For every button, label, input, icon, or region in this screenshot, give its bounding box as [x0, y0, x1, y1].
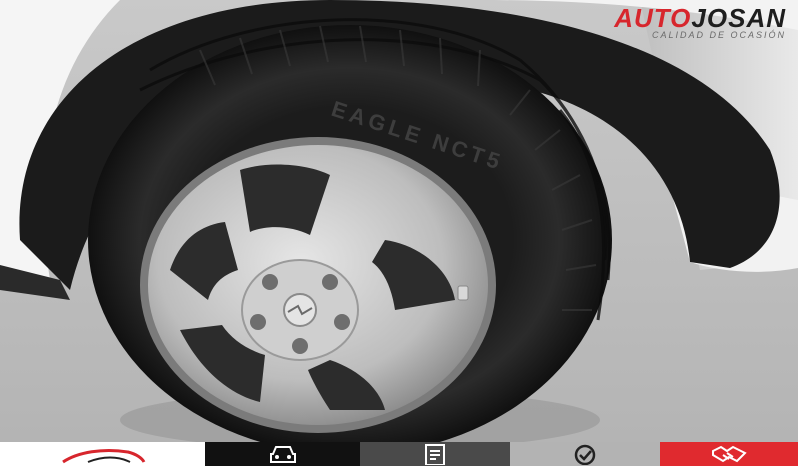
autojosan-logo: AUTOJOSAN CALIDAD DE OCASIÓN: [614, 4, 786, 40]
brand-name: AUTOJOSAN: [614, 4, 786, 32]
document-icon: [425, 444, 445, 465]
checkmark-icon: [574, 444, 596, 465]
bottom-action-bar: [0, 442, 798, 466]
wheel-illustration: EAGLE NCT5: [0, 0, 798, 442]
handshake-icon: [712, 445, 747, 463]
car-front-icon: [269, 446, 296, 463]
car-silhouette-icon: [61, 448, 145, 464]
car-silhouette-button[interactable]: [0, 442, 205, 466]
deal-button[interactable]: [660, 442, 798, 466]
vehicles-button[interactable]: [205, 442, 360, 466]
brand-name-prefix: AUTO: [614, 3, 692, 33]
brand-name-suffix: JOSAN: [691, 3, 786, 33]
document-button[interactable]: [360, 442, 510, 466]
car-wheel-photo: EAGLE NCT5 AUTOJOSAN CALIDAD DE OCASIÓN: [0, 0, 798, 442]
guarantee-button[interactable]: [510, 442, 660, 466]
